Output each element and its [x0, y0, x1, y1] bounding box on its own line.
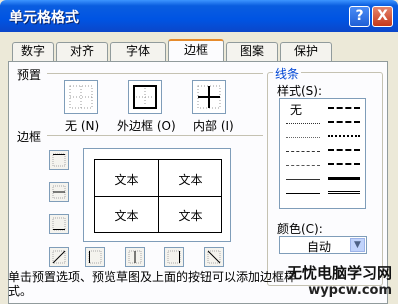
diagonal-up-border-icon	[52, 250, 66, 264]
line-style-option[interactable]	[328, 135, 360, 137]
bottom-border-icon	[52, 217, 66, 231]
help-button[interactable]: ?	[349, 6, 370, 27]
line-style-label: 样式(S):	[277, 84, 323, 98]
help-text: 单击预置选项、预览草图及上面的按钮可以添加边框样式。	[8, 270, 297, 298]
format-cells-dialog: 单元格格式 ? X 数字 对齐 字体 边框 图案 保护 预置 无 (N) 外边框…	[0, 0, 398, 304]
presets-heading: 预置	[17, 68, 42, 82]
border-right-button[interactable]	[164, 247, 184, 267]
line-style-none[interactable]: 无	[290, 101, 302, 118]
no-border-icon	[69, 85, 93, 109]
border-top-button[interactable]	[49, 150, 69, 170]
line-style-option[interactable]	[286, 193, 320, 194]
line-style-option[interactable]	[286, 123, 320, 124]
preset-outline-label: 外边框 (O)	[117, 119, 176, 133]
line-style-option[interactable]	[328, 163, 360, 165]
preview-grid: 文本 文本 文本 文本	[94, 159, 222, 233]
line-style-option[interactable]	[328, 149, 360, 151]
watermark: 无忧电脑学习网 wypcw.com	[287, 262, 392, 298]
line-style-option[interactable]	[286, 179, 320, 180]
line-style-option[interactable]	[328, 177, 360, 180]
right-border-icon	[167, 250, 181, 264]
top-border-icon	[52, 153, 66, 167]
preview-cell-text: 文本	[114, 209, 139, 223]
preset-outline-button[interactable]	[128, 80, 162, 114]
preset-none-button[interactable]	[64, 80, 98, 114]
left-border-icon	[88, 250, 102, 264]
color-select[interactable]: 自动 ▼	[279, 236, 367, 254]
line-style-option[interactable]	[286, 151, 320, 152]
border-diagonal-up-button[interactable]	[49, 247, 69, 267]
diagonal-down-border-icon	[207, 250, 221, 264]
tab-font[interactable]: 字体	[110, 42, 166, 61]
middle-vertical-border-icon	[128, 250, 142, 264]
line-style-option[interactable]	[328, 191, 360, 194]
close-button[interactable]: X	[372, 6, 393, 27]
preview-cell-text: 文本	[114, 173, 139, 187]
tab-alignment[interactable]: 对齐	[56, 42, 108, 61]
preview-horizontal-line	[95, 196, 221, 197]
line-style-option[interactable]	[328, 121, 360, 123]
border-separator	[47, 135, 263, 136]
line-heading: 线条	[273, 65, 302, 82]
border-diagonal-down-button[interactable]	[204, 247, 224, 267]
middle-horizontal-border-icon	[52, 185, 66, 199]
preview-cell-text: 文本	[178, 209, 203, 223]
preset-none-label: 无 (N)	[65, 119, 100, 133]
line-style-list[interactable]: 无	[279, 98, 366, 209]
border-middle-horizontal-button[interactable]	[49, 182, 69, 202]
outline-border-icon	[133, 85, 157, 109]
tab-protection[interactable]: 保护	[280, 42, 332, 61]
border-left-button[interactable]	[85, 247, 105, 267]
presets-separator	[47, 73, 263, 74]
chevron-down-icon[interactable]: ▼	[350, 238, 365, 252]
color-label: 颜色(C):	[277, 222, 323, 236]
line-style-option[interactable]	[328, 107, 360, 109]
tab-number[interactable]: 数字	[12, 42, 54, 61]
border-heading: 边框	[17, 130, 42, 144]
watermark-url: wypcw.com	[308, 283, 392, 298]
tab-border[interactable]: 边框	[168, 39, 224, 61]
border-middle-vertical-button[interactable]	[125, 247, 145, 267]
preset-inside-button[interactable]	[192, 80, 226, 114]
title-bar: 单元格格式 ? X	[0, 0, 398, 32]
tab-pattern[interactable]: 图案	[226, 42, 278, 61]
preview-cell-text: 文本	[178, 173, 203, 187]
border-bottom-button[interactable]	[49, 214, 69, 234]
border-preview[interactable]: 文本 文本 文本 文本	[83, 148, 231, 242]
preset-inside-label: 内部 (I)	[193, 119, 234, 133]
dialog-title: 单元格格式	[9, 10, 79, 26]
color-select-value: 自动	[307, 240, 332, 254]
line-style-option[interactable]	[286, 137, 320, 138]
watermark-title: 无忧电脑学习网	[286, 264, 392, 282]
line-style-option[interactable]	[286, 165, 320, 166]
inside-border-icon	[197, 85, 221, 109]
